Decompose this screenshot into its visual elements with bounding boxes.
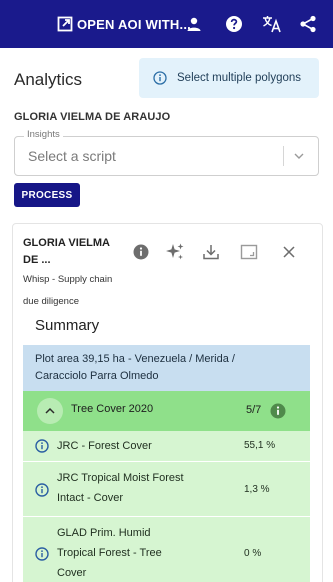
map-view-icon	[240, 244, 258, 260]
list-item: GLAD Prim. Humid Tropical Forest - Tree …	[23, 517, 310, 582]
map-view-button[interactable]	[239, 242, 259, 262]
download-button[interactable]	[201, 242, 221, 262]
open-aoi-label: OPEN AOI WITH...	[77, 16, 191, 32]
select-multiple-hint[interactable]: Select multiple polygons	[139, 58, 319, 98]
card-subtitle: Whisp - Supply chain due diligence	[23, 274, 113, 307]
download-icon	[203, 245, 219, 260]
translate-icon	[263, 16, 281, 33]
analytics-title: Analytics	[14, 70, 83, 89]
tree-cover-header[interactable]: Tree Cover 2020 5/7	[23, 391, 310, 431]
insights-label: Insights	[24, 129, 63, 140]
summary-heading: Summary	[35, 317, 100, 334]
metric-name: JRC - Forest Cover	[57, 440, 152, 452]
info-outline-icon[interactable]	[35, 547, 49, 561]
user-button[interactable]	[184, 14, 204, 34]
insights-placeholder: Select a script	[28, 148, 116, 164]
metric-value: 55,1 %	[244, 440, 276, 451]
info-icon	[270, 403, 286, 419]
tree-cover-title: Tree Cover 2020	[71, 403, 154, 415]
share-button[interactable]	[298, 14, 318, 34]
process-button[interactable]: PROCESS	[14, 183, 80, 207]
select-divider	[283, 146, 284, 166]
close-icon	[283, 246, 295, 258]
help-icon	[226, 16, 242, 32]
chevron-down-icon[interactable]	[292, 149, 306, 163]
metric-value: 0 %	[244, 548, 262, 559]
owner-name: GLORIA VIELMA DE ARAUJO	[14, 111, 171, 123]
metric-name: JRC Tropical Moist Forest Intact - Cover	[57, 472, 184, 504]
open-in-new-icon	[57, 16, 73, 32]
share-icon	[300, 15, 316, 33]
user-icon	[187, 17, 201, 31]
card-info-button[interactable]	[131, 242, 151, 262]
tree-cover-info[interactable]	[269, 402, 287, 420]
info-outline-icon[interactable]	[35, 483, 49, 497]
close-card-button[interactable]	[279, 242, 299, 262]
sparkle-icon	[166, 243, 184, 260]
plot-area-info: Plot area 39,15 ha - Venezuela / Merida …	[23, 345, 310, 391]
hint-text: Select multiple polygons	[177, 72, 302, 84]
list-item: JRC Tropical Moist Forest Intact - Cover…	[23, 462, 310, 516]
translate-button[interactable]	[262, 14, 282, 34]
result-card: GLORIA VIELMA DE ... Whisp - Supply chai…	[12, 223, 323, 582]
tree-cover-score: 5/7	[246, 404, 262, 416]
help-button[interactable]	[224, 14, 244, 34]
list-item: JRC - Forest Cover 55,1 %	[23, 431, 310, 461]
collapse-toggle[interactable]	[37, 398, 63, 424]
metric-value: 1,3 %	[244, 484, 270, 495]
ai-insights-button[interactable]	[165, 242, 185, 262]
metric-name: GLAD Prim. Humid Tropical Forest - Tree …	[57, 527, 162, 579]
chevron-up-icon	[45, 407, 55, 414]
card-title: GLORIA VIELMA DE ...	[23, 237, 110, 266]
info-outline-icon[interactable]	[35, 439, 49, 453]
info-outline-icon	[153, 71, 167, 85]
top-app-bar: OPEN AOI WITH...	[0, 0, 333, 48]
info-icon	[133, 244, 149, 260]
open-aoi-with-button[interactable]: OPEN AOI WITH...	[57, 14, 191, 34]
